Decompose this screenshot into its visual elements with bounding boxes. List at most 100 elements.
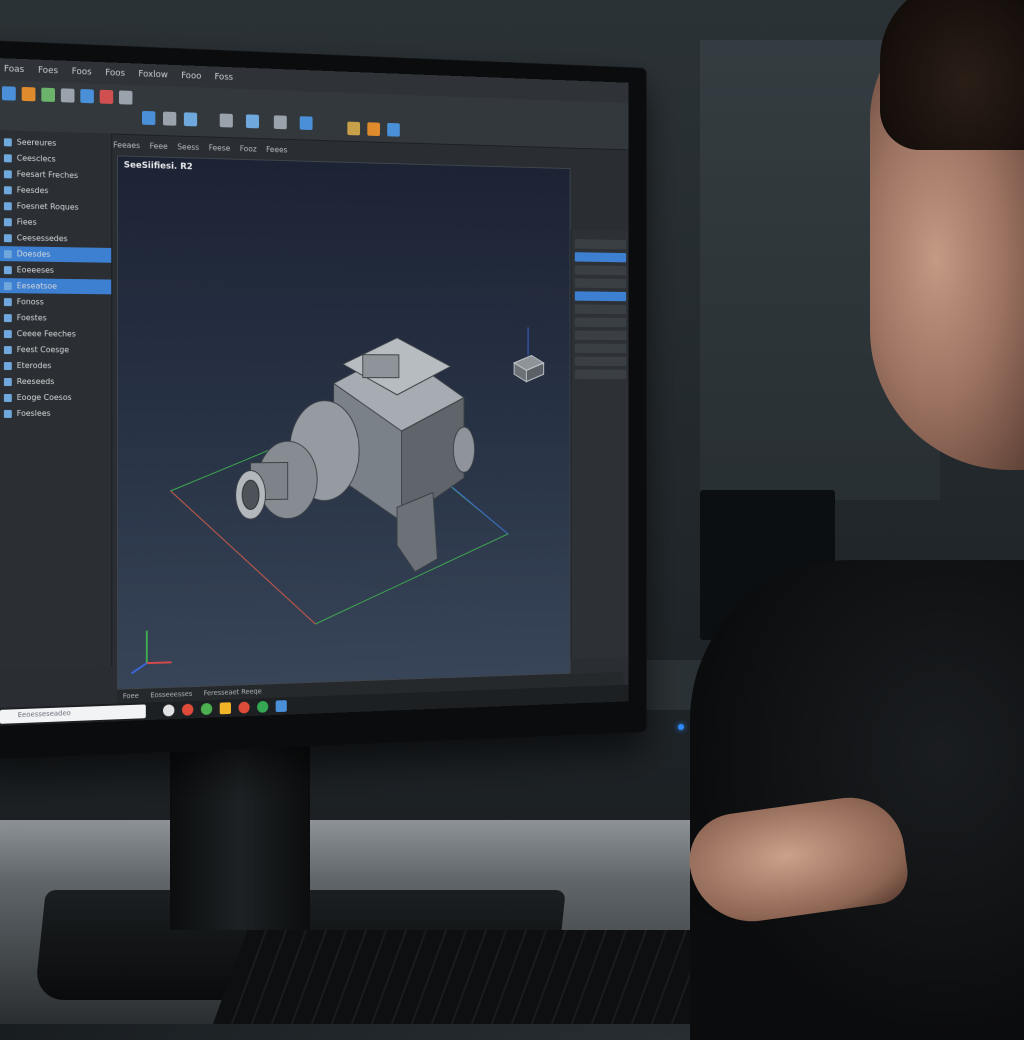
property-row[interactable] xyxy=(574,356,627,367)
undo-icon[interactable] xyxy=(41,87,56,103)
feature-icon xyxy=(3,153,12,162)
tree-item[interactable]: Feest Coesge xyxy=(0,342,111,357)
tree-item-label: Ceeee Feeches xyxy=(16,329,76,339)
property-row[interactable] xyxy=(574,304,627,315)
options-icon[interactable] xyxy=(367,122,380,137)
app-icon[interactable] xyxy=(238,701,250,714)
monitor-stand-neck xyxy=(170,740,310,930)
tree-item[interactable]: Fiees xyxy=(0,214,111,231)
tree-item[interactable]: Eoeeeses xyxy=(0,262,111,279)
feature-icon xyxy=(3,345,12,354)
tree-item[interactable]: Eooge Coesos xyxy=(0,390,111,405)
3d-viewport[interactable]: SeeSiifiesi. R2 xyxy=(117,155,571,690)
property-row[interactable] xyxy=(574,369,627,380)
task-view-icon[interactable] xyxy=(162,704,175,717)
feature-tree: Seereures Ceesclecs Feesart Freches Feesdes… xyxy=(0,130,113,670)
menu-item[interactable]: Foos xyxy=(105,68,125,79)
tree-item[interactable]: Ceesclecs xyxy=(0,150,111,168)
app-icon[interactable] xyxy=(257,700,269,713)
status-item: Eosseeesses xyxy=(150,689,193,700)
tab-dimxpert[interactable]: Feese xyxy=(209,143,231,152)
feature-icon xyxy=(3,233,12,242)
tree-item[interactable]: Feesdes xyxy=(0,182,111,200)
tree-item[interactable]: Reeseeds xyxy=(0,374,111,389)
folder-icon[interactable] xyxy=(347,121,361,136)
feature-icon xyxy=(3,313,12,322)
feature-icon xyxy=(3,329,12,338)
property-row[interactable] xyxy=(574,291,627,302)
tree-item-label: Eterodes xyxy=(16,361,52,371)
tab-sketch[interactable]: Feee xyxy=(150,141,168,150)
feature-icon xyxy=(3,217,12,226)
tree-item-label: Feesdes xyxy=(16,185,49,196)
axis-triad-icon xyxy=(131,630,171,673)
tree-item[interactable]: Foeslees xyxy=(0,406,111,421)
tree-item[interactable]: Ceesessedes xyxy=(0,230,111,247)
sketch-icon[interactable] xyxy=(99,89,114,105)
menu-item[interactable]: Foos xyxy=(72,67,92,78)
taskbar-search-input[interactable]: Eeoesseseadeo xyxy=(0,704,146,724)
menu-item[interactable]: Foas xyxy=(4,64,24,75)
extrude-icon[interactable] xyxy=(118,90,133,105)
tree-item[interactable]: Foestes xyxy=(0,310,111,326)
property-row[interactable] xyxy=(574,265,627,276)
property-row[interactable] xyxy=(574,239,627,250)
cad-model-view[interactable] xyxy=(118,156,570,688)
scene-icon[interactable] xyxy=(299,116,313,131)
monitor-screen: Foas Foes Foos Foos Foxlow Fooo Foss Fee… xyxy=(0,58,629,726)
select-icon[interactable] xyxy=(142,110,156,126)
view-cube-icon[interactable] xyxy=(514,327,544,382)
tree-item[interactable]: Foesnet Roques xyxy=(0,198,111,215)
tree-item[interactable]: Feesart Freches xyxy=(0,166,111,184)
file-icon[interactable] xyxy=(1,86,16,101)
property-row[interactable] xyxy=(574,343,627,354)
tree-item-label: Fonoss xyxy=(16,297,44,307)
chrome-icon[interactable] xyxy=(181,703,194,716)
tab-evaluate[interactable]: Seess xyxy=(177,142,199,151)
feature-icon xyxy=(3,201,12,210)
display-icon[interactable] xyxy=(245,114,259,129)
appearance-icon[interactable] xyxy=(273,115,287,130)
menu-item[interactable]: Fooo xyxy=(181,71,201,82)
status-item: Foee xyxy=(122,691,139,701)
feature-icon xyxy=(3,409,12,418)
property-row[interactable] xyxy=(574,252,627,263)
feature-icon xyxy=(3,281,12,290)
rotate-icon[interactable] xyxy=(60,88,75,103)
tree-item-label: Foesnet Roques xyxy=(16,201,79,212)
property-manager xyxy=(570,229,629,659)
tab-tools[interactable]: Feees xyxy=(266,145,287,154)
menu-item[interactable]: Foes xyxy=(38,66,58,77)
menu-item[interactable]: Foss xyxy=(215,72,234,82)
property-row[interactable] xyxy=(574,278,627,289)
search-placeholder: Eeoesseseadeo xyxy=(17,709,71,720)
menu-item[interactable]: Foxlow xyxy=(138,69,167,80)
browser-icon[interactable] xyxy=(200,702,213,716)
tree-item[interactable]: Fonoss xyxy=(0,294,111,310)
tree-item-label: Fiees xyxy=(16,217,37,227)
help-icon[interactable] xyxy=(387,122,400,137)
save-icon[interactable] xyxy=(21,86,36,102)
power-led xyxy=(678,724,684,730)
property-row[interactable] xyxy=(574,330,627,341)
feature-icon xyxy=(3,169,12,178)
view-icon[interactable] xyxy=(183,112,198,127)
tab-features[interactable]: Feeaes xyxy=(113,140,140,150)
zoom-icon[interactable] xyxy=(80,89,94,104)
solidworks-icon[interactable] xyxy=(275,700,287,713)
tree-item[interactable]: Eeseatsoe xyxy=(0,278,112,295)
feature-icon xyxy=(3,137,12,146)
section-icon[interactable] xyxy=(219,113,233,128)
feature-icon xyxy=(3,249,12,258)
tree-item[interactable]: Doesdes xyxy=(0,246,112,263)
mechanical-part[interactable] xyxy=(236,337,475,576)
folder-icon[interactable] xyxy=(219,702,231,715)
tree-item[interactable]: Seereures xyxy=(0,134,111,152)
property-row[interactable] xyxy=(574,317,627,328)
tree-item-label: Feesart Freches xyxy=(16,169,79,181)
feature-icon xyxy=(3,265,12,274)
tab-addins[interactable]: Fooz xyxy=(240,144,257,153)
measure-icon[interactable] xyxy=(162,111,177,126)
tree-item[interactable]: Ceeee Feeches xyxy=(0,326,111,342)
tree-item[interactable]: Eterodes xyxy=(0,358,111,373)
